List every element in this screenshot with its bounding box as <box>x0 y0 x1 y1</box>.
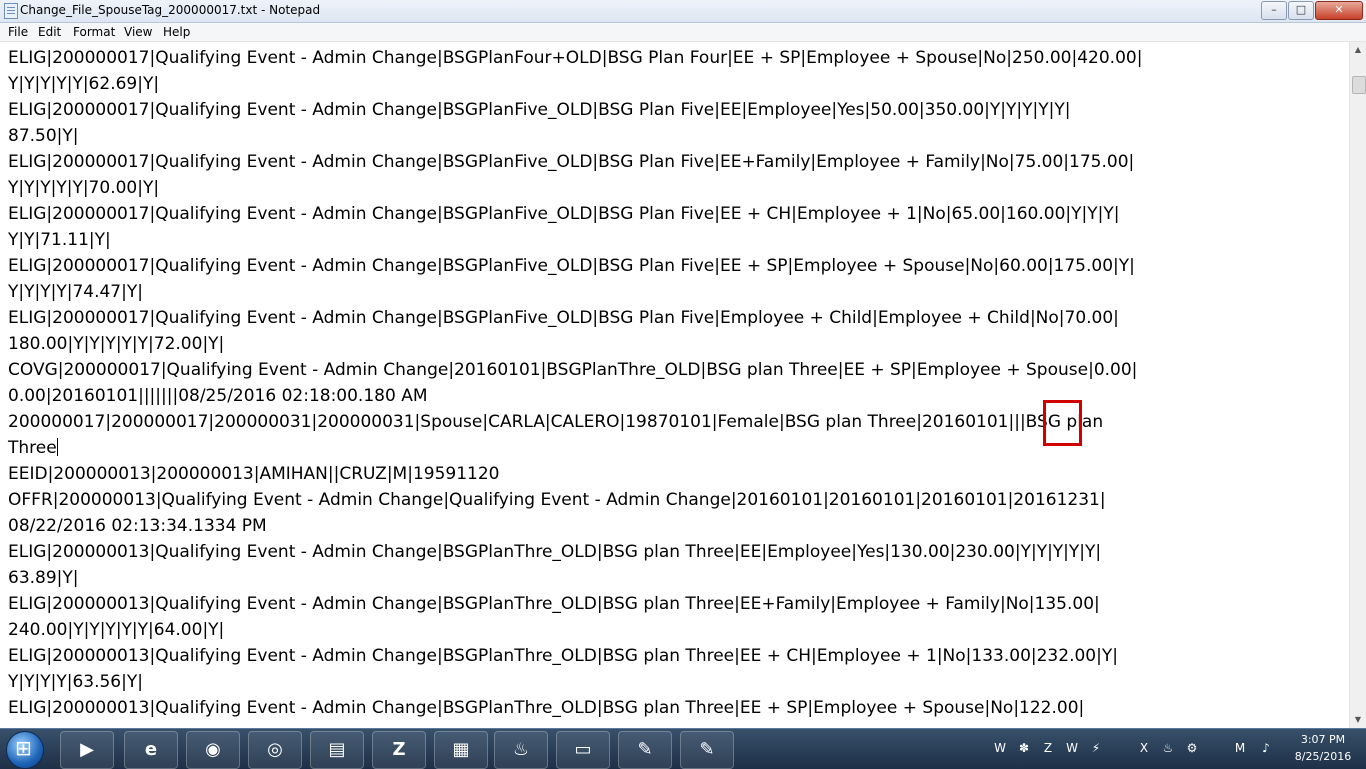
tray-z-icon[interactable]: Z <box>1040 740 1056 756</box>
tray-w2-icon[interactable]: W <box>1064 740 1080 756</box>
start-button[interactable] <box>6 731 44 769</box>
text-line: 240.00|Y|Y|Y|Y|Y|64.00|Y| <box>8 620 225 640</box>
text-line: ELIG|200000017|Qualifying Event - Admin … <box>8 256 1135 276</box>
tray-w-icon[interactable]: W <box>992 740 1008 756</box>
text-line: ELIG|200000017|Qualifying Event - Admin … <box>8 204 1120 224</box>
tray-x-icon[interactable]: X <box>1136 740 1152 756</box>
window-title: Change_File_SpouseTag_200000017.txt - No… <box>20 3 321 17</box>
scroll-up-arrow-icon[interactable]: ▲ <box>1350 42 1366 58</box>
vertical-scrollbar[interactable]: ▲ ▼ <box>1349 42 1366 728</box>
maximize-button[interactable]: □ <box>1288 1 1314 20</box>
menu-help[interactable]: Help <box>163 25 190 39</box>
media-player-icon[interactable]: ▶ <box>60 731 114 769</box>
text-line: ELIG|200000013|Qualifying Event - Admin … <box>8 646 1118 666</box>
scroll-thumb[interactable] <box>1352 76 1366 94</box>
menu-edit[interactable]: Edit <box>38 25 61 39</box>
z-app-icon[interactable]: Z <box>372 731 426 769</box>
text-line: Y|Y|Y|Y|Y|62.69|Y| <box>8 74 160 94</box>
internet-explorer-icon[interactable]: e <box>124 731 178 769</box>
text-line: OFFR|200000013|Qualifying Event - Admin … <box>8 490 1106 510</box>
clock-time[interactable]: 3:07 PM <box>1290 733 1356 746</box>
notepad-icon <box>4 3 18 19</box>
tray-gear-icon[interactable]: ⚙ <box>1184 740 1200 756</box>
taskbar: ▶ e ◉ ◎ ▤ Z ▦ ♨ ▭ ✎ ✎ W ✽ Z W ⚡ X ♨ ⚙ M … <box>0 728 1366 769</box>
text-line: EEID|200000013|200000013|AMIHAN||CRUZ|M|… <box>8 464 500 484</box>
minimize-button[interactable]: – <box>1261 1 1287 20</box>
text-line: 0.00|20160101|||||||08/25/2016 02:18:00.… <box>8 386 428 406</box>
text-line: ELIG|200000017|Qualifying Event - Admin … <box>8 308 1119 328</box>
title-bar: Change_File_SpouseTag_200000017.txt - No… <box>0 0 1366 23</box>
menu-file[interactable]: File <box>8 25 28 39</box>
text-line: ELIG|200000013|Qualifying Event - Admin … <box>8 594 1100 614</box>
volume-icon[interactable]: ♪ <box>1258 740 1274 756</box>
text-line: COVG|200000017|Qualifying Event - Admin … <box>8 360 1138 380</box>
text-line: 63.89|Y| <box>8 568 79 588</box>
tray-flower-icon[interactable]: ✽ <box>1016 740 1032 756</box>
tray-power-icon[interactable]: ⚡ <box>1088 740 1104 756</box>
tray-flame-icon[interactable]: ♨ <box>1160 740 1176 756</box>
scroll-down-arrow-icon[interactable]: ▼ <box>1350 712 1366 728</box>
menu-view[interactable]: View <box>124 25 152 39</box>
firefox-icon[interactable]: ◉ <box>186 731 240 769</box>
text-line: 08/22/2016 02:13:34.1334 PM <box>8 516 267 536</box>
text-editor[interactable]: ELIG|200000017|Qualifying Event - Admin … <box>0 42 1349 728</box>
text-line: ELIG|200000017|Qualifying Event - Admin … <box>8 48 1143 68</box>
text-line: ELIG|200000013|Qualifying Event - Admin … <box>8 542 1102 562</box>
flame-app-icon[interactable]: ♨ <box>494 731 548 769</box>
text-caret <box>56 438 58 456</box>
text-line: 200000017|200000017|200000031|200000031|… <box>8 412 1104 432</box>
text-line: ELIG|200000017|Qualifying Event - Admin … <box>8 152 1135 172</box>
file-explorer-icon[interactable]: ▭ <box>556 731 610 769</box>
menu-bar: File Edit Format View Help <box>0 23 1366 42</box>
chrome-icon[interactable]: ◎ <box>248 731 302 769</box>
notepad-taskbar-icon[interactable]: ✎ <box>618 731 672 769</box>
text-line: Y|Y|Y|Y|63.56|Y| <box>8 672 143 692</box>
text-line: ELIG|200000013|Qualifying Event - Admin … <box>8 698 1085 718</box>
text-line: Y|Y|71.11|Y| <box>8 230 111 250</box>
text-line: Y|Y|Y|Y|Y|70.00|Y| <box>8 178 160 198</box>
text-line: Three <box>8 438 57 458</box>
clock-date[interactable]: 8/25/2016 <box>1290 750 1356 763</box>
text-line-with-caret: Three <box>8 435 58 461</box>
red-highlight-box <box>1043 400 1082 446</box>
calculator-icon[interactable]: ▦ <box>434 731 488 769</box>
close-button[interactable]: ✕ <box>1315 1 1363 20</box>
text-line: Y|Y|Y|Y|74.47|Y| <box>8 282 143 302</box>
text-line: ELIG|200000017|Qualifying Event - Admin … <box>8 100 1071 120</box>
menu-format[interactable]: Format <box>73 25 115 39</box>
tray-mcafee-icon[interactable]: M <box>1232 740 1248 756</box>
notepad-taskbar-icon[interactable]: ✎ <box>680 731 734 769</box>
text-line: 180.00|Y|Y|Y|Y|Y|72.00|Y| <box>8 334 225 354</box>
text-line: 87.50|Y| <box>8 126 79 146</box>
sticky-notes-icon[interactable]: ▤ <box>310 731 364 769</box>
